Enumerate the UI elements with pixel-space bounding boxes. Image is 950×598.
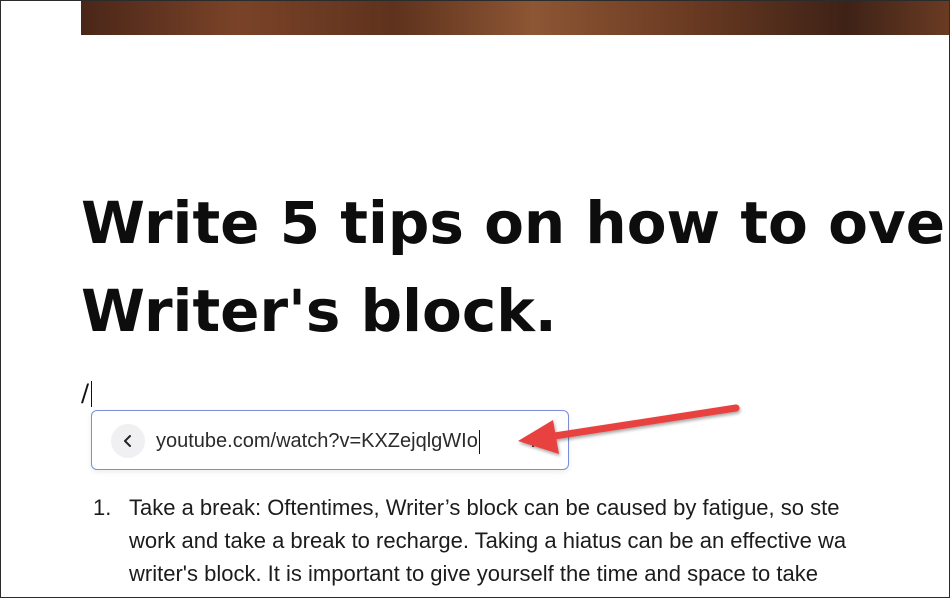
link-input-popover: youtube.com/watch?v=KXZejqlgWIo [91,410,569,470]
document-title[interactable]: Write 5 tips on how to overc Writer's bl… [81,179,949,355]
forward-button[interactable] [518,424,552,458]
url-input-value: youtube.com/watch?v=KXZejqlgWIo [156,430,478,452]
title-line-2[interactable]: Writer's block. [81,267,949,355]
url-input[interactable]: youtube.com/watch?v=KXZejqlgWIo [156,425,528,457]
list-item[interactable]: 1. Take a break: Oftentimes, Writer’s bl… [93,491,949,590]
url-text-cursor [478,429,480,454]
header-image [81,1,949,35]
list-item-line-1: Take a break: Oftentimes, Writer’s block… [129,495,840,520]
back-button[interactable] [111,424,145,458]
editor-canvas: Write 5 tips on how to overc Writer's bl… [0,0,950,598]
list-item-number: 1. [93,495,112,520]
command-line[interactable]: / [81,378,93,408]
tips-list: 1. Take a break: Oftentimes, Writer’s bl… [93,491,949,590]
list-item-line-3: writer's block. It is important to give … [129,561,818,586]
chevron-right-icon [532,435,539,447]
list-item-line-2: work and take a break to recharge. Takin… [129,528,847,553]
text-cursor [91,381,93,407]
slash-command-text: / [81,379,90,407]
chevron-left-icon [124,435,131,447]
title-line-1[interactable]: Write 5 tips on how to overc [81,179,949,267]
